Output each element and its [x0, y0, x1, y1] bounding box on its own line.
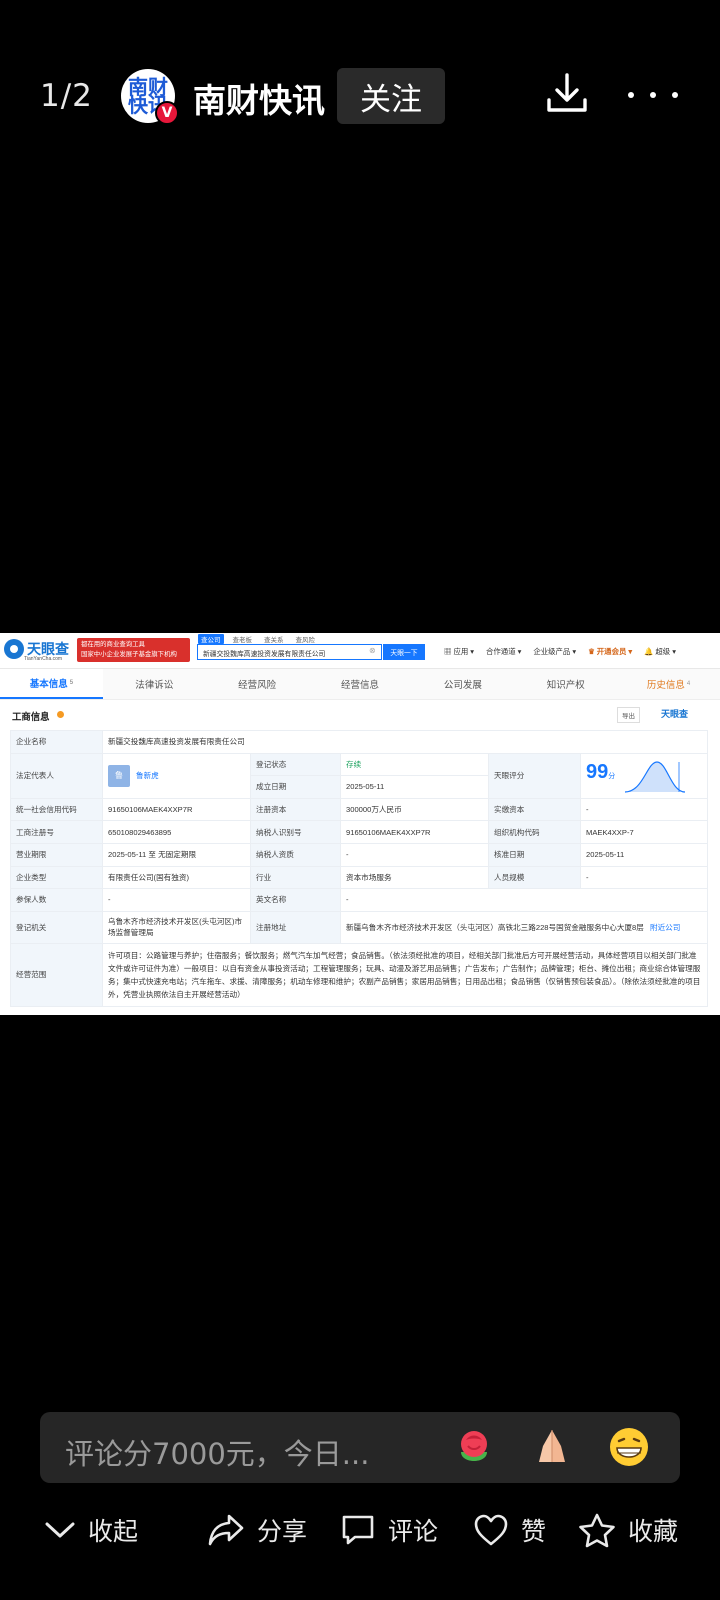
address: 新疆乌鲁木齐市经济技术开发区（头屯河区）高铁北三路228号国贸金融服务中心大厦8… — [346, 922, 644, 932]
comment-button[interactable]: 评论 — [340, 1512, 438, 1548]
table-row: 登记机关 乌鲁木齐市经济技术开发区(头屯河区)市场监督管理局 注册地址 新疆乌鲁… — [10, 910, 708, 944]
download-icon[interactable] — [545, 72, 589, 116]
table-row: 企业名称 新疆交投魏库高速投资发展有限责任公司 — [10, 730, 708, 754]
score-value: 99 — [586, 760, 609, 783]
top-bar: 1/2 南财快讯 V 南财快讯 关注 — [0, 0, 720, 190]
eye-logo-icon — [4, 639, 24, 659]
share-button[interactable]: 分享 — [207, 1512, 307, 1548]
favorite-button[interactable]: 收藏 — [578, 1512, 678, 1548]
action-bar: 收起 分享 评论 赞 收藏 — [0, 1500, 720, 1570]
pray-emoji-icon[interactable] — [531, 1426, 573, 1468]
logo-text: 天眼查 — [27, 641, 69, 657]
collapse-label: 收起 — [88, 1517, 139, 1546]
tab-ip: 知识产权 — [546, 680, 585, 691]
clear-icon: ⊗ — [369, 646, 376, 655]
search-button: 天眼一下 — [383, 644, 425, 660]
follow-button[interactable]: 关注 — [337, 68, 445, 124]
table-row: 经营范围 许可项目：公路管理与养护；住宿服务；餐饮服务；燃气汽车加气经营；食品销… — [10, 942, 708, 1007]
info-dot-icon — [57, 711, 64, 718]
table-row: 统一社会信用代码 91650106MAEK4XXP7R 注册资本 300000万… — [10, 797, 708, 822]
header-nav: ▦ 应用 ▾ 合作通道 ▾ 企业级产品 ▾ ♛ 开通会员 ▾ 🔔 超级 ▾ — [444, 646, 676, 657]
comment-placeholder: 评论分7000元，今日... — [65, 1437, 370, 1471]
nav-item-vip: ♛ 开通会员 ▾ — [588, 647, 633, 656]
score-cell: 99分 — [580, 752, 708, 799]
comment-input[interactable]: 评论分7000元，今日... — [40, 1412, 680, 1483]
site-header: 天眼查 TianYanCha.com 都在用的商业查询工具 国家中小企业发展子基… — [0, 633, 720, 669]
favorite-label: 收藏 — [628, 1517, 679, 1546]
tab-history: 历史信息 4 — [646, 680, 691, 691]
verified-badge-icon: V — [155, 101, 179, 125]
share-label: 分享 — [257, 1517, 308, 1546]
ad-line-1: 都在用的商业查询工具 — [81, 641, 145, 648]
nav-item: 合作通道 ▾ — [486, 647, 522, 656]
author-name[interactable]: 南财快讯 — [193, 74, 325, 122]
tab-development: 公司发展 — [443, 680, 482, 691]
page-counter: 1/2 — [40, 78, 93, 114]
post-image[interactable]: 天眼查 TianYanCha.com 都在用的商业查询工具 国家中小企业发展子基… — [0, 633, 720, 1015]
nav-item: 企业级产品 ▾ — [533, 647, 577, 656]
search-tab: 查风险 — [295, 637, 316, 644]
chevron-down-icon — [45, 1522, 75, 1538]
company-name: 新疆交投魏库高速投资发展有限责任公司 — [102, 730, 708, 754]
nav-item-user: 🔔 超级 ▾ — [644, 647, 676, 656]
grin-emoji-icon[interactable] — [608, 1426, 650, 1468]
tab-risk: 经营风险 — [238, 680, 277, 691]
tab-legal: 法律诉讼 — [135, 680, 174, 691]
search-tab: 查关系 — [264, 637, 284, 644]
table-row: 营业期限 2025-05-11 至 无固定期限 纳税人资质 - 核准日期 202… — [10, 842, 708, 867]
star-icon — [579, 1513, 615, 1548]
share-icon — [208, 1514, 244, 1546]
search-type-tabs: 查公司 查老板 查关系 查风险 — [198, 634, 318, 644]
tab-operation: 经营信息 — [341, 680, 380, 691]
like-button[interactable]: 赞 — [473, 1512, 546, 1548]
table-row: 法定代表人 鲁鲁新虎 登记状态 存续 天眼评分 99分 — [10, 752, 708, 799]
reg-status: 存续 — [340, 752, 489, 777]
export-button: 导出 — [617, 707, 640, 723]
brand-mark: 天眼查 — [661, 709, 689, 719]
table-row: 参保人数 - 英文名称 - — [10, 888, 708, 912]
comment-label: 评论 — [388, 1517, 439, 1546]
nav-item: ▦ 应用 ▾ — [444, 647, 475, 656]
score-curve-icon — [625, 761, 686, 793]
nearby-companies-link: 附近公司 — [649, 922, 681, 932]
tab-basic-info: 基本信息 5 — [0, 669, 103, 699]
rose-emoji-icon[interactable] — [453, 1426, 495, 1468]
ad-banner: 都在用的商业查询工具 国家中小企业发展子基金旗下机构 — [77, 638, 190, 662]
collapse-button[interactable]: 收起 — [44, 1512, 138, 1548]
logo-subtitle: TianYanCha.com — [24, 656, 63, 662]
business-info-table: 企业名称 新疆交投魏库高速投资发展有限责任公司 法定代表人 鲁鲁新虎 登记状态 … — [10, 730, 708, 1007]
ad-line-2: 国家中小企业发展子基金旗下机构 — [81, 651, 177, 658]
search-tab: 查公司 — [198, 634, 224, 644]
rep-avatar: 鲁 — [108, 764, 130, 787]
heart-icon — [474, 1514, 508, 1546]
table-row: 企业类型 有限责任公司(国有独资) 行业 资本市场服务 人员规模 - — [10, 865, 708, 890]
section-header: 工商信息 导出 天眼查 — [0, 700, 720, 730]
search-tab: 查老板 — [232, 637, 253, 644]
legal-rep: 鲁新虎 — [136, 770, 159, 780]
info-tabs: 基本信息 5 法律诉讼 经营风险 经营信息 公司发展 知识产权 历史信息 4 — [0, 669, 720, 700]
comment-icon — [342, 1515, 374, 1545]
table-row: 工商注册号 650108029463895 纳税人识别号 91650106MAE… — [10, 820, 708, 844]
more-icon[interactable] — [628, 80, 678, 110]
search-input: 新疆交投魏库高速投资发展有限责任公司 — [197, 644, 382, 660]
like-label: 赞 — [521, 1517, 547, 1546]
section-title: 工商信息 — [12, 711, 50, 722]
business-scope: 许可项目：公路管理与养护；住宿服务；餐饮服务；燃气汽车加气经营；食品销售。（依法… — [102, 942, 708, 1007]
